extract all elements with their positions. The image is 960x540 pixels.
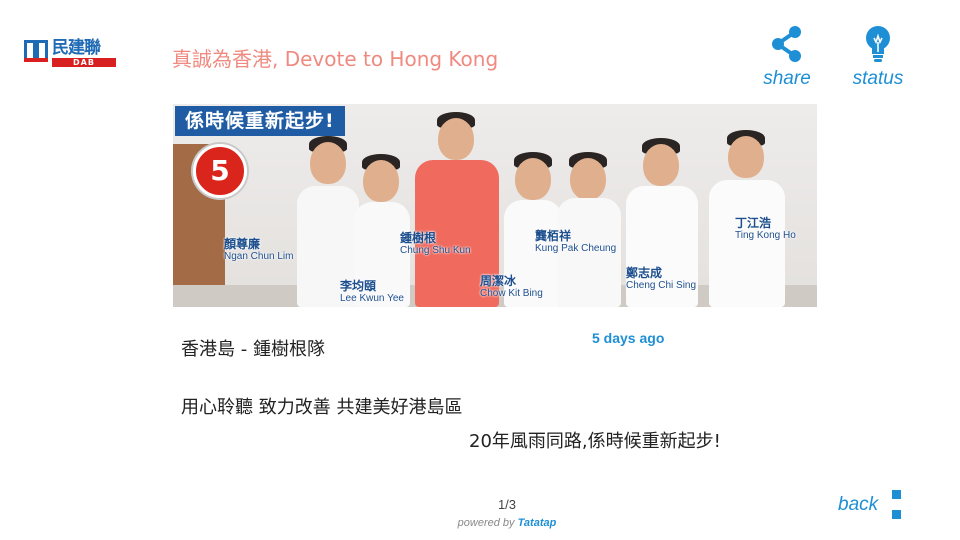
candidate-name-en: Kung Pak Cheung [535, 243, 617, 254]
candidate-name-zh: 顏尊廉 [224, 237, 261, 251]
logo-sub: DAB [52, 58, 116, 67]
candidate-caption: 丁江浩 Ting Kong Ho [735, 216, 796, 242]
candidate-name-en: Ngan Chun Lim [224, 251, 294, 262]
powered-by-prefix: powered by [457, 517, 515, 529]
status-label: status [852, 68, 904, 89]
candidate-name-zh: 鍾樹根 [400, 231, 437, 245]
post-body-line: 用心聆聽 致力改善 共建美好港島區 [181, 397, 463, 418]
person-figure [551, 104, 627, 307]
candidate-name-zh: 龔栢祥 [535, 229, 572, 243]
post-timestamp: 5 days ago [592, 330, 665, 346]
person-figure [703, 104, 791, 307]
page-indicator: 1/3 [497, 497, 517, 512]
share-button[interactable]: share [752, 24, 822, 90]
powered-by: powered by Tatatap [0, 517, 960, 529]
post-body-line: 20年風雨同路,係時候重新起步! [469, 431, 721, 452]
powered-by-brand: Tatatap [517, 517, 557, 529]
candidate-name-zh: 丁江浩 [735, 216, 772, 230]
candidate-name-zh: 鄭志成 [626, 266, 663, 280]
share-label: share [763, 68, 811, 89]
candidate-name-zh: 周潔冰 [480, 274, 517, 288]
dab-logo-icon [24, 40, 48, 62]
share-icon [772, 26, 801, 62]
candidate-name-en: Chow Kit Bing [480, 288, 543, 299]
campaign-banner: 係時候重新起步! 5 顏尊廉 Ngan Chun Lim 李均頤 Lee Kwu… [173, 104, 817, 307]
dab-logo: 民建聯 DAB [24, 38, 116, 70]
back-bars-icon[interactable] [892, 490, 901, 520]
lightbulb-icon [866, 26, 890, 62]
candidate-name-en: Cheng Chi Sing [626, 280, 697, 291]
status-button[interactable]: status [843, 24, 913, 90]
candidate-caption: 李均頤 Lee Kwun Yee [340, 279, 404, 305]
candidate-name-en: Ting Kong Ho [735, 230, 796, 241]
candidate-number-badge: 5 [193, 144, 247, 198]
candidate-caption: 鍾樹根 Chung Shu Kun [400, 231, 471, 257]
tagline: 真誠為香港, Devote to Hong Kong [172, 47, 499, 71]
candidate-caption: 周潔冰 Chow Kit Bing [480, 274, 543, 300]
candidate-caption: 顏尊廉 Ngan Chun Lim [224, 237, 294, 263]
candidate-name-en: Lee Kwun Yee [340, 293, 404, 304]
banner-headline: 係時候重新起步! [175, 106, 345, 136]
candidate-caption: 鄭志成 Cheng Chi Sing [626, 266, 697, 292]
candidate-name-en: Chung Shu Kun [400, 245, 471, 256]
back-button[interactable]: back [838, 494, 878, 516]
post-title: 香港島 - 鍾樹根隊 [181, 339, 325, 360]
candidate-name-zh: 李均頤 [340, 279, 377, 293]
person-figure [348, 104, 418, 307]
candidate-caption: 龔栢祥 Kung Pak Cheung [535, 229, 617, 255]
logo-name: 民建聯 [52, 38, 101, 58]
